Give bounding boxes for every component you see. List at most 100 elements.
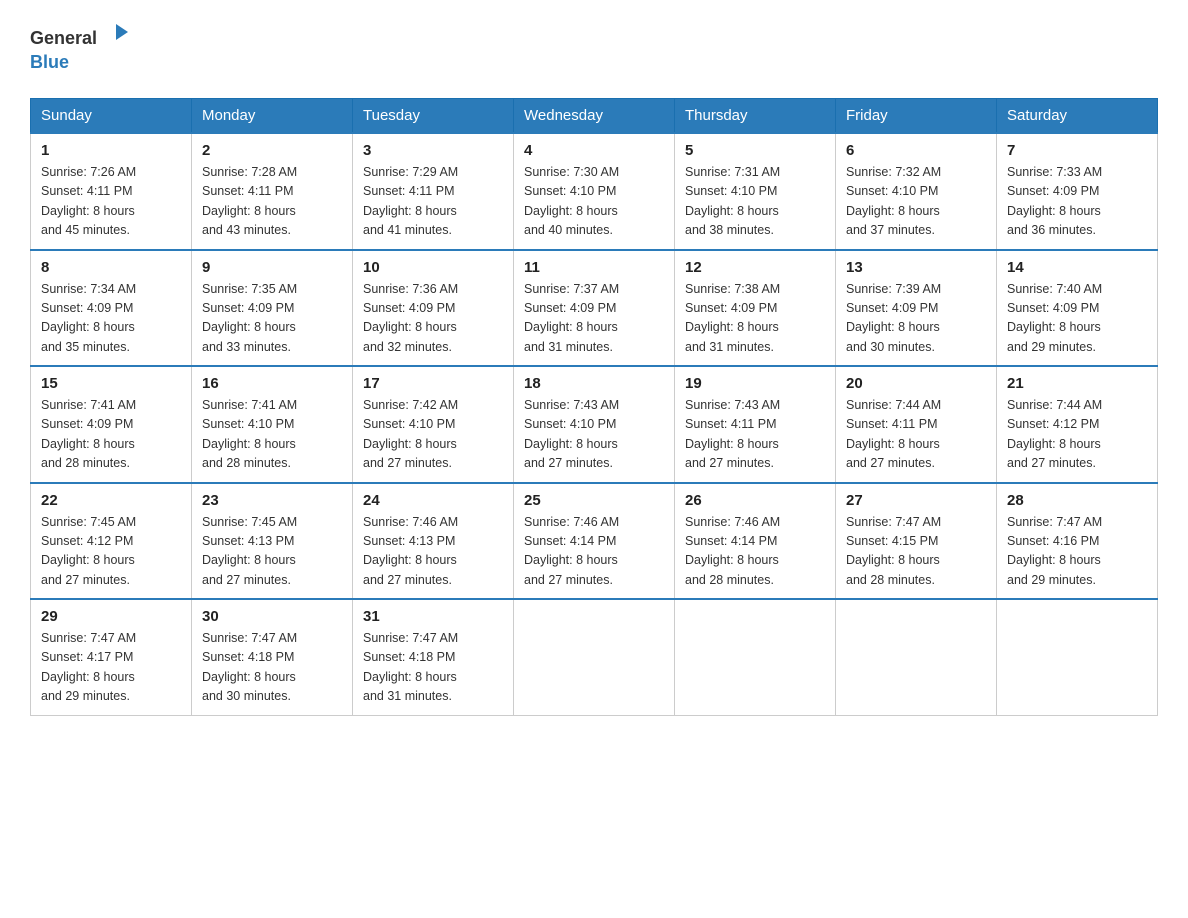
calendar-cell: 21 Sunrise: 7:44 AMSunset: 4:12 PMDayligh…: [997, 366, 1158, 483]
calendar-cell: 6Sunrise: 7:32 AMSunset: 4:10 PMDaylight…: [836, 133, 997, 250]
day-info: Sunrise: 7:40 AMSunset: 4:09 PMDaylight:…: [1007, 280, 1147, 358]
day-number: 21: [1007, 375, 1147, 392]
calendar-cell: 3 Sunrise: 7:29 AMSunset: 4:11 PMDaylight…: [353, 133, 514, 250]
week-row-5: 29 Sunrise: 7:47 AMSunset: 4:17 PMDayligh…: [31, 599, 1158, 715]
calendar-cell: 23 Sunrise: 7:45 AMSunset: 4:13 PMDayligh…: [192, 483, 353, 600]
day-info: Sunrise: 7:29 AMSunset: 4:11 PMDaylight:…: [363, 163, 503, 241]
day-info: Sunrise: 7:39 AMSunset: 4:09 PMDaylight:…: [846, 280, 986, 358]
week-row-1: 1Sunrise: 7:26 AMSunset: 4:11 PMDaylight…: [31, 133, 1158, 250]
day-number: 29: [41, 608, 181, 625]
header: General Blue: [30, 20, 1158, 80]
day-info: Sunrise: 7:41 AMSunset: 4:09 PMDaylight:…: [41, 396, 181, 474]
calendar-cell: 17 Sunrise: 7:42 AMSunset: 4:10 PMDayligh…: [353, 366, 514, 483]
calendar-cell: 15 Sunrise: 7:41 AMSunset: 4:09 PMDayligh…: [31, 366, 192, 483]
calendar-cell: [514, 599, 675, 715]
day-number: 25: [524, 492, 664, 509]
calendar-cell: 12Sunrise: 7:38 AMSunset: 4:09 PMDayligh…: [675, 250, 836, 367]
day-number: 28: [1007, 492, 1147, 509]
day-number: 17: [363, 375, 503, 392]
day-number: 9: [202, 259, 342, 276]
calendar-cell: 8 Sunrise: 7:34 AMSunset: 4:09 PMDaylight…: [31, 250, 192, 367]
calendar-cell: 18 Sunrise: 7:43 AMSunset: 4:10 PMDayligh…: [514, 366, 675, 483]
day-info: Sunrise: 7:30 AMSunset: 4:10 PMDaylight:…: [524, 163, 664, 241]
day-info: Sunrise: 7:46 AMSunset: 4:14 PMDaylight:…: [685, 513, 825, 591]
calendar-cell: 28 Sunrise: 7:47 AMSunset: 4:16 PMDayligh…: [997, 483, 1158, 600]
day-number: 30: [202, 608, 342, 625]
day-info: Sunrise: 7:45 AMSunset: 4:13 PMDaylight:…: [202, 513, 342, 591]
svg-text:Blue: Blue: [30, 52, 69, 72]
day-number: 11: [524, 259, 664, 276]
day-number: 15: [41, 375, 181, 392]
day-info: Sunrise: 7:47 AMSunset: 4:16 PMDaylight:…: [1007, 513, 1147, 591]
calendar-cell: 5 Sunrise: 7:31 AMSunset: 4:10 PMDaylight…: [675, 133, 836, 250]
day-number: 26: [685, 492, 825, 509]
day-number: 5: [685, 142, 825, 159]
day-info: Sunrise: 7:47 AMSunset: 4:18 PMDaylight:…: [202, 629, 342, 707]
col-wednesday: Wednesday: [514, 99, 675, 134]
week-row-3: 15 Sunrise: 7:41 AMSunset: 4:09 PMDayligh…: [31, 366, 1158, 483]
calendar-cell: 20 Sunrise: 7:44 AMSunset: 4:11 PMDayligh…: [836, 366, 997, 483]
header-row: Sunday Monday Tuesday Wednesday Thursday…: [31, 99, 1158, 134]
day-number: 27: [846, 492, 986, 509]
calendar-cell: 1Sunrise: 7:26 AMSunset: 4:11 PMDaylight…: [31, 133, 192, 250]
calendar-cell: [997, 599, 1158, 715]
col-thursday: Thursday: [675, 99, 836, 134]
calendar-cell: 11 Sunrise: 7:37 AMSunset: 4:09 PMDayligh…: [514, 250, 675, 367]
day-number: 16: [202, 375, 342, 392]
day-number: 2: [202, 142, 342, 159]
day-info: Sunrise: 7:41 AMSunset: 4:10 PMDaylight:…: [202, 396, 342, 474]
day-number: 18: [524, 375, 664, 392]
day-number: 14: [1007, 259, 1147, 276]
day-number: 7: [1007, 142, 1147, 159]
col-saturday: Saturday: [997, 99, 1158, 134]
calendar-cell: 22 Sunrise: 7:45 AMSunset: 4:12 PMDayligh…: [31, 483, 192, 600]
day-info: Sunrise: 7:47 AMSunset: 4:18 PMDaylight:…: [363, 629, 503, 707]
calendar-cell: 24Sunrise: 7:46 AMSunset: 4:13 PMDayligh…: [353, 483, 514, 600]
day-number: 8: [41, 259, 181, 276]
day-info: Sunrise: 7:36 AMSunset: 4:09 PMDaylight:…: [363, 280, 503, 358]
day-number: 19: [685, 375, 825, 392]
day-number: 6: [846, 142, 986, 159]
day-info: Sunrise: 7:43 AMSunset: 4:11 PMDaylight:…: [685, 396, 825, 474]
calendar-cell: 25Sunrise: 7:46 AMSunset: 4:14 PMDayligh…: [514, 483, 675, 600]
day-info: Sunrise: 7:44 AMSunset: 4:11 PMDaylight:…: [846, 396, 986, 474]
day-info: Sunrise: 7:45 AMSunset: 4:12 PMDaylight:…: [41, 513, 181, 591]
col-sunday: Sunday: [31, 99, 192, 134]
calendar-cell: 7Sunrise: 7:33 AMSunset: 4:09 PMDaylight…: [997, 133, 1158, 250]
day-number: 31: [363, 608, 503, 625]
calendar-cell: 9 Sunrise: 7:35 AMSunset: 4:09 PMDaylight…: [192, 250, 353, 367]
calendar-cell: 29 Sunrise: 7:47 AMSunset: 4:17 PMDayligh…: [31, 599, 192, 715]
day-info: Sunrise: 7:47 AMSunset: 4:15 PMDaylight:…: [846, 513, 986, 591]
day-info: Sunrise: 7:35 AMSunset: 4:09 PMDaylight:…: [202, 280, 342, 358]
logo-svg: General Blue: [30, 20, 140, 80]
calendar-cell: 27 Sunrise: 7:47 AMSunset: 4:15 PMDayligh…: [836, 483, 997, 600]
calendar-cell: 10 Sunrise: 7:36 AMSunset: 4:09 PMDayligh…: [353, 250, 514, 367]
day-number: 20: [846, 375, 986, 392]
week-row-2: 8 Sunrise: 7:34 AMSunset: 4:09 PMDaylight…: [31, 250, 1158, 367]
calendar-cell: 16 Sunrise: 7:41 AMSunset: 4:10 PMDayligh…: [192, 366, 353, 483]
calendar-cell: 26 Sunrise: 7:46 AMSunset: 4:14 PMDayligh…: [675, 483, 836, 600]
day-info: Sunrise: 7:47 AMSunset: 4:17 PMDaylight:…: [41, 629, 181, 707]
day-number: 22: [41, 492, 181, 509]
day-number: 24: [363, 492, 503, 509]
day-info: Sunrise: 7:43 AMSunset: 4:10 PMDaylight:…: [524, 396, 664, 474]
calendar-cell: 2 Sunrise: 7:28 AMSunset: 4:11 PMDaylight…: [192, 133, 353, 250]
day-number: 13: [846, 259, 986, 276]
calendar-cell: 31 Sunrise: 7:47 AMSunset: 4:18 PMDayligh…: [353, 599, 514, 715]
day-info: Sunrise: 7:44 AMSunset: 4:12 PMDaylight:…: [1007, 396, 1147, 474]
day-info: Sunrise: 7:34 AMSunset: 4:09 PMDaylight:…: [41, 280, 181, 358]
col-friday: Friday: [836, 99, 997, 134]
day-info: Sunrise: 7:28 AMSunset: 4:11 PMDaylight:…: [202, 163, 342, 241]
calendar-cell: [836, 599, 997, 715]
col-tuesday: Tuesday: [353, 99, 514, 134]
day-number: 3: [363, 142, 503, 159]
day-info: Sunrise: 7:42 AMSunset: 4:10 PMDaylight:…: [363, 396, 503, 474]
day-info: Sunrise: 7:37 AMSunset: 4:09 PMDaylight:…: [524, 280, 664, 358]
logo: General Blue: [30, 20, 140, 80]
calendar-cell: [675, 599, 836, 715]
calendar-cell: 19 Sunrise: 7:43 AMSunset: 4:11 PMDayligh…: [675, 366, 836, 483]
day-number: 23: [202, 492, 342, 509]
day-number: 10: [363, 259, 503, 276]
day-info: Sunrise: 7:31 AMSunset: 4:10 PMDaylight:…: [685, 163, 825, 241]
week-row-4: 22 Sunrise: 7:45 AMSunset: 4:12 PMDayligh…: [31, 483, 1158, 600]
